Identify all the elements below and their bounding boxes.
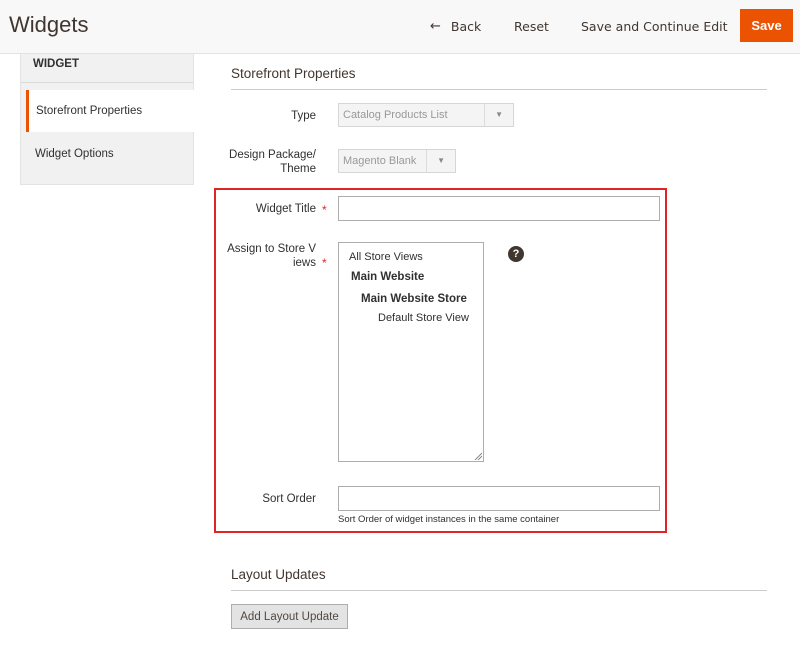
theme-label-line1: Design Package/ <box>229 149 316 161</box>
sort-order-note: Sort Order of widget instances in the sa… <box>338 514 560 525</box>
save-button[interactable]: Save <box>740 9 793 42</box>
resize-grip-icon[interactable] <box>474 452 482 460</box>
widget-title-label: Widget Title <box>255 203 316 215</box>
storefront-section-title: Storefront Properties <box>231 66 356 81</box>
theme-label-line2: Theme <box>280 163 316 175</box>
sort-order-input[interactable] <box>338 486 660 511</box>
sort-order-label: Sort Order <box>262 493 316 505</box>
page-title: Widgets <box>9 12 89 37</box>
store-views-multiselect[interactable]: All Store Views Main Website Main Websit… <box>338 242 484 462</box>
layout-updates-title: Layout Updates <box>231 567 326 582</box>
select-separator <box>426 150 427 172</box>
section-divider <box>231 590 767 591</box>
option-default-store-view[interactable]: Default Store View <box>378 312 469 324</box>
sidebar-divider <box>21 82 193 83</box>
sidebar-item-storefront-properties[interactable]: Storefront Properties <box>26 90 195 132</box>
widget-title-input[interactable] <box>338 196 660 221</box>
type-select[interactable]: Catalog Products List ▼ <box>338 103 514 127</box>
store-views-label-line2: iews <box>292 257 316 269</box>
theme-select[interactable]: Magento Blank ▼ <box>338 149 456 173</box>
caret-down-icon: ▼ <box>495 110 503 119</box>
theme-value: Magento Blank <box>343 155 417 167</box>
section-divider <box>231 89 767 90</box>
add-layout-update-button[interactable]: Add Layout Update <box>231 604 348 629</box>
back-button[interactable]: ← Back <box>430 9 481 43</box>
sidebar: WIDGET Storefront Properties Widget Opti… <box>20 54 195 185</box>
required-asterisk: * <box>322 256 327 270</box>
arrow-left-icon: ← <box>430 18 441 34</box>
back-label: Back <box>450 18 482 34</box>
select-separator <box>484 104 485 126</box>
optgroup-main-website: Main Website <box>351 271 425 283</box>
required-asterisk: * <box>322 203 327 217</box>
theme-label: Design Package/ Theme <box>220 148 316 176</box>
caret-down-icon: ▼ <box>437 156 445 165</box>
type-value: Catalog Products List <box>343 109 448 121</box>
sidebar-title: WIDGET <box>33 58 79 70</box>
option-all-store-views[interactable]: All Store Views <box>349 251 423 263</box>
reset-button[interactable]: Reset <box>514 9 549 43</box>
save-and-continue-button[interactable]: Save and Continue Edit <box>581 9 728 43</box>
store-views-label: Assign to Store V iews <box>220 242 316 270</box>
optgroup-main-website-store: Main Website Store <box>361 293 467 305</box>
sidebar-item-widget-options[interactable]: Widget Options <box>35 148 114 160</box>
store-views-label-line1: Assign to Store V <box>227 243 316 255</box>
type-label: Type <box>291 110 316 122</box>
help-icon[interactable]: ? <box>508 246 524 262</box>
